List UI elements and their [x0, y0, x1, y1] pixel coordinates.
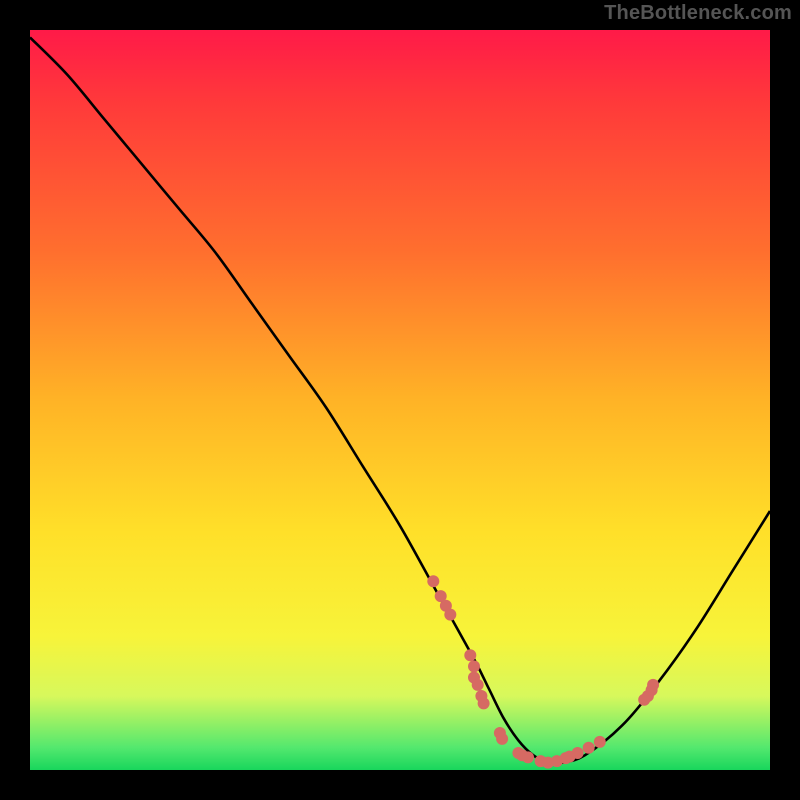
watermark-text: TheBottleneck.com — [604, 2, 792, 25]
chart-container: TheBottleneck.com — [0, 0, 800, 800]
plot-gradient-background — [30, 30, 770, 770]
